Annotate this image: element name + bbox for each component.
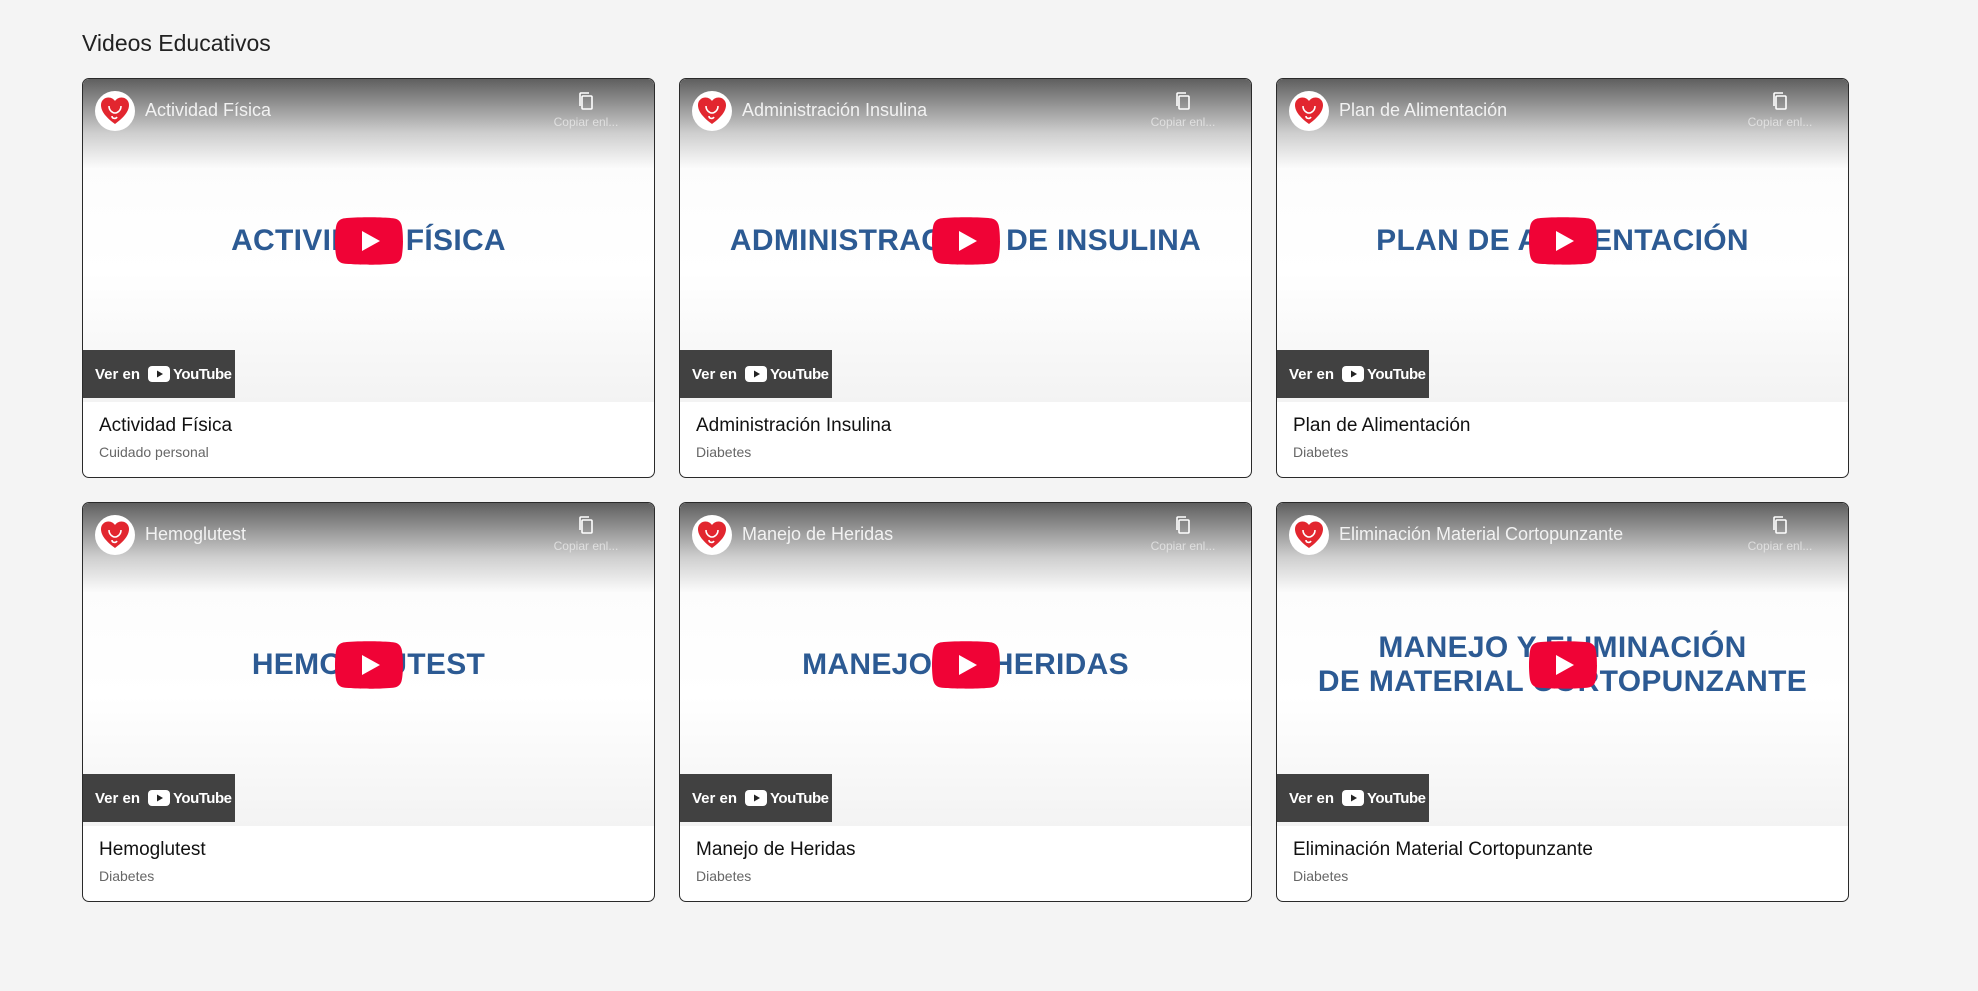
youtube-logo-icon: YouTube [1342, 365, 1426, 383]
video-card: MANEJO Y ELIMINACIÓN DE MATERIAL CORTOPU… [1276, 502, 1849, 902]
channel-logo-icon[interactable] [95, 515, 135, 555]
play-button[interactable] [931, 216, 1000, 265]
watch-on-youtube-button[interactable]: Ver en YouTube [680, 774, 832, 822]
video-card: ACTIVIDAD FÍSICA Actividad Física Copiar… [82, 78, 655, 478]
copy-link-label: Copiar enl... [553, 115, 619, 129]
card-title[interactable]: Hemoglutest [99, 839, 638, 861]
copy-link-label: Copiar enl... [1747, 539, 1813, 553]
card-title[interactable]: Actividad Física [99, 415, 638, 437]
video-card: PLAN DE ALIMENTACIÓN Plan de Alimentació… [1276, 78, 1849, 478]
card-title[interactable]: Administración Insulina [696, 415, 1235, 437]
card-info: Administración Insulina Diabetes [680, 402, 1251, 460]
card-info: Manejo de Heridas Diabetes [680, 826, 1251, 884]
video-player[interactable]: ADMINISTRACIÓN DE INSULINA Administració… [680, 79, 1251, 402]
copy-icon [1773, 516, 1787, 534]
page: Videos Educativos ACTIVIDAD FÍSICA Activ… [0, 0, 1978, 991]
copy-icon [1773, 92, 1787, 110]
watch-on-label: Ver en [692, 789, 738, 807]
youtube-logo-icon: YouTube [1342, 789, 1426, 807]
copy-link-button[interactable]: Copiar enl... [546, 91, 626, 129]
player-video-title[interactable]: Manejo de Heridas [742, 524, 893, 545]
card-category: Diabetes [696, 868, 752, 884]
card-info: Eliminación Material Cortopunzante Diabe… [1277, 826, 1848, 884]
copy-link-label: Copiar enl... [1747, 115, 1813, 129]
play-button[interactable] [1528, 640, 1597, 689]
copy-link-button[interactable]: Copiar enl... [546, 515, 626, 553]
player-video-title[interactable]: Eliminación Material Cortopunzante [1339, 524, 1623, 545]
channel-logo-icon[interactable] [1289, 515, 1329, 555]
section-title: Videos Educativos [82, 30, 271, 56]
card-info: Plan de Alimentación Diabetes [1277, 402, 1848, 460]
channel-logo-icon[interactable] [1289, 91, 1329, 131]
watch-on-youtube-button[interactable]: Ver en YouTube [1277, 350, 1429, 398]
youtube-logo-icon: YouTube [148, 365, 232, 383]
channel-logo-icon[interactable] [692, 91, 732, 131]
copy-icon [579, 92, 593, 110]
video-player[interactable]: MANEJO Y ELIMINACIÓN DE MATERIAL CORTOPU… [1277, 503, 1848, 826]
card-title[interactable]: Plan de Alimentación [1293, 415, 1832, 437]
youtube-logo-icon: YouTube [745, 365, 829, 383]
watch-on-label: Ver en [1289, 789, 1335, 807]
play-button[interactable] [931, 640, 1000, 689]
card-category: Cuidado personal [99, 444, 209, 460]
watch-on-label: Ver en [1289, 365, 1335, 383]
play-button[interactable] [334, 216, 403, 265]
video-card: HEMOGLUTEST Hemoglutest Copiar enl... [82, 502, 655, 902]
channel-logo-icon[interactable] [95, 91, 135, 131]
card-category: Diabetes [99, 868, 155, 884]
watch-on-youtube-button[interactable]: Ver en YouTube [83, 350, 235, 398]
youtube-wordmark: YouTube [173, 365, 232, 383]
player-video-title[interactable]: Administración Insulina [742, 100, 927, 121]
card-info: Hemoglutest Diabetes [83, 826, 654, 884]
player-video-title[interactable]: Actividad Física [145, 100, 271, 121]
play-button[interactable] [1528, 216, 1597, 265]
copy-link-button[interactable]: Copiar enl... [1143, 515, 1223, 553]
copy-link-label: Copiar enl... [553, 539, 619, 553]
youtube-logo-icon: YouTube [148, 789, 232, 807]
copy-link-button[interactable]: Copiar enl... [1143, 91, 1223, 129]
copy-link-label: Copiar enl... [1150, 115, 1216, 129]
video-grid: ACTIVIDAD FÍSICA Actividad Física Copiar… [82, 78, 1849, 902]
youtube-wordmark: YouTube [1367, 789, 1426, 807]
video-player[interactable]: HEMOGLUTEST Hemoglutest Copiar enl... [83, 503, 654, 826]
watch-on-label: Ver en [95, 365, 141, 383]
card-title[interactable]: Manejo de Heridas [696, 839, 1235, 861]
card-category: Diabetes [1293, 868, 1349, 884]
watch-on-youtube-button[interactable]: Ver en YouTube [83, 774, 235, 822]
card-category: Diabetes [696, 444, 752, 460]
card-category: Diabetes [1293, 444, 1349, 460]
youtube-wordmark: YouTube [770, 365, 829, 383]
card-title[interactable]: Eliminación Material Cortopunzante [1293, 839, 1832, 861]
copy-icon [1176, 92, 1190, 110]
copy-icon [579, 516, 593, 534]
youtube-wordmark: YouTube [1367, 365, 1426, 383]
card-info: Actividad Física Cuidado personal [83, 402, 654, 460]
player-video-title[interactable]: Hemoglutest [145, 524, 246, 545]
copy-link-button[interactable]: Copiar enl... [1740, 515, 1820, 553]
video-player[interactable]: ACTIVIDAD FÍSICA Actividad Física Copiar… [83, 79, 654, 402]
channel-logo-icon[interactable] [692, 515, 732, 555]
video-player[interactable]: PLAN DE ALIMENTACIÓN Plan de Alimentació… [1277, 79, 1848, 402]
video-card: MANEJO DE HERIDAS Manejo de Heridas Copi… [679, 502, 1252, 902]
watch-on-youtube-button[interactable]: Ver en YouTube [680, 350, 832, 398]
youtube-wordmark: YouTube [770, 789, 829, 807]
video-player[interactable]: MANEJO DE HERIDAS Manejo de Heridas Copi… [680, 503, 1251, 826]
copy-icon [1176, 516, 1190, 534]
watch-on-youtube-button[interactable]: Ver en YouTube [1277, 774, 1429, 822]
copy-link-label: Copiar enl... [1150, 539, 1216, 553]
watch-on-label: Ver en [95, 789, 141, 807]
play-button[interactable] [334, 640, 403, 689]
video-card: ADMINISTRACIÓN DE INSULINA Administració… [679, 78, 1252, 478]
youtube-logo-icon: YouTube [745, 789, 829, 807]
youtube-wordmark: YouTube [173, 789, 232, 807]
watch-on-label: Ver en [692, 365, 738, 383]
player-video-title[interactable]: Plan de Alimentación [1339, 100, 1507, 121]
copy-link-button[interactable]: Copiar enl... [1740, 91, 1820, 129]
